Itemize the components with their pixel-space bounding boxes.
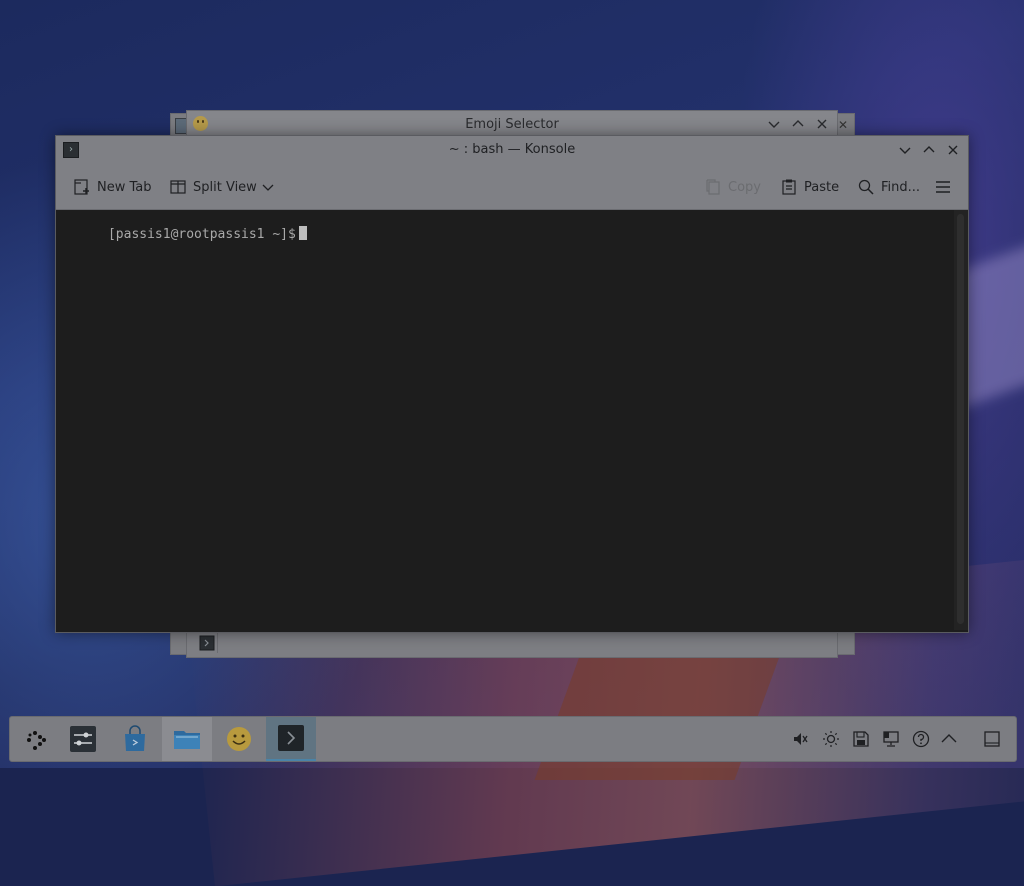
chevron-down-icon <box>768 121 780 128</box>
copy-label: Copy <box>728 179 761 195</box>
save-icon[interactable] <box>851 729 871 749</box>
copy-button[interactable]: Copy <box>704 176 761 198</box>
close-icon[interactable]: ✕ <box>838 118 848 132</box>
find-button[interactable]: Find... <box>857 176 920 198</box>
store-bag-icon <box>125 725 145 751</box>
konsole-window[interactable]: › ~ : bash — Konsole New Tab Split View <box>55 135 969 633</box>
brightness-icon[interactable] <box>821 729 841 749</box>
task-emoji-selector[interactable] <box>214 717 264 761</box>
network-icon[interactable] <box>881 729 901 749</box>
split-view-dropdown[interactable] <box>262 176 274 198</box>
terminal-prompt: [passis1@rootpassis1 ~]$ <box>107 227 296 242</box>
hamburger-menu-icon <box>936 181 950 193</box>
chevron-up-icon <box>923 146 935 153</box>
expand-tray-icon[interactable] <box>939 729 959 749</box>
scrollbar-thumb[interactable] <box>957 214 964 624</box>
maximize-button[interactable] <box>791 114 805 134</box>
find-label: Find... <box>881 179 921 195</box>
konsole-toolbar: New Tab Split View Copy Paste Find... <box>56 164 968 210</box>
split-view-button[interactable]: Split View <box>169 176 257 198</box>
settings-sliders-icon <box>70 726 96 752</box>
emoji-bottom-bar <box>187 630 837 657</box>
chevron-up-icon <box>792 120 804 127</box>
close-button[interactable] <box>946 140 960 160</box>
maximize-button[interactable] <box>922 140 936 160</box>
terminal-scrollbar[interactable] <box>954 210 968 630</box>
task-discover[interactable] <box>110 717 160 761</box>
terminal-area[interactable]: [passis1@rootpassis1 ~]$ <box>56 210 952 630</box>
split-view-label: Split View <box>193 179 257 195</box>
new-tab-label: New Tab <box>97 179 152 195</box>
terminal-icon <box>278 725 304 751</box>
task-dolphin[interactable] <box>162 717 212 761</box>
search-icon <box>858 179 874 195</box>
taskbar-panel <box>9 716 1017 762</box>
paste-icon <box>782 179 796 195</box>
emoji-window-titlebar[interactable]: Emoji Selector <box>187 111 837 138</box>
smiley-icon <box>227 727 251 751</box>
application-launcher-button[interactable] <box>10 717 60 761</box>
show-desktop-icon[interactable] <box>982 729 1002 749</box>
folder-icon <box>174 731 200 749</box>
close-icon <box>817 119 827 129</box>
window-title: ~ : bash — Konsole <box>448 142 576 157</box>
chevron-down-icon <box>899 147 911 154</box>
hamburger-menu-button[interactable] <box>934 176 952 198</box>
help-icon[interactable] <box>911 729 931 749</box>
paste-button[interactable]: Paste <box>780 176 839 198</box>
task-konsole[interactable] <box>266 717 316 761</box>
new-tab-icon <box>74 179 89 195</box>
task-system-settings[interactable] <box>58 717 108 761</box>
konsole-titlebar[interactable]: › ~ : bash — Konsole <box>56 136 968 164</box>
window-title: Emoji Selector <box>465 117 559 132</box>
new-tab-button[interactable]: New Tab <box>73 176 152 198</box>
copy-icon <box>706 179 720 195</box>
text-cursor <box>298 226 307 240</box>
launcher-icon <box>27 731 46 750</box>
terminal-icon[interactable] <box>197 633 218 653</box>
close-icon <box>948 145 958 155</box>
paste-label: Paste <box>804 179 840 195</box>
close-button[interactable] <box>815 114 829 134</box>
minimize-button[interactable] <box>767 114 781 134</box>
chevron-down-icon <box>262 184 274 191</box>
split-view-icon <box>170 180 186 194</box>
volume-muted-icon[interactable] <box>790 729 810 749</box>
minimize-button[interactable] <box>898 140 912 160</box>
